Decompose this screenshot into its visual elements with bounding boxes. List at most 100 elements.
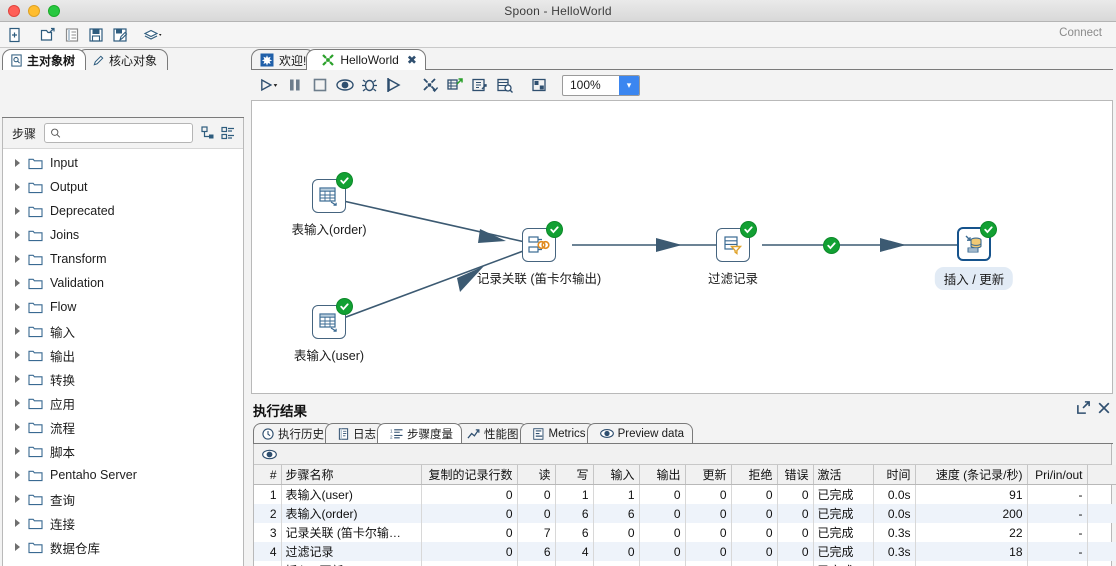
table-header-written[interactable]: 写	[555, 465, 594, 485]
chevron-right-icon[interactable]	[15, 471, 20, 479]
sql-button[interactable]	[467, 73, 492, 97]
table-row[interactable]: 1 表输入(user) 0 0 1 1 0 0 0 0 已完成 0.0s 91-	[254, 484, 1116, 504]
chevron-right-icon[interactable]	[15, 303, 20, 311]
chevron-right-icon[interactable]	[15, 423, 20, 431]
maximize-window-button[interactable]	[48, 5, 60, 17]
tree-item[interactable]: Deprecated	[3, 199, 243, 223]
collapse-tree-icon[interactable]	[221, 126, 235, 140]
save-icon[interactable]	[85, 24, 107, 46]
chevron-right-icon[interactable]	[15, 159, 20, 167]
table-header-copied[interactable]: 复制的记录行数	[421, 465, 518, 485]
table-header-time[interactable]: 时间	[873, 465, 916, 485]
expand-tree-icon[interactable]	[201, 126, 215, 140]
results-tab-preview-data[interactable]: Preview data	[586, 423, 694, 443]
table-input-icon[interactable]	[312, 172, 353, 213]
results-tab-step-metrics[interactable]: 1 2 步骤度量	[377, 423, 462, 443]
tree-item[interactable]: Pentaho Server	[3, 463, 243, 487]
editor-tab-helloworld[interactable]: HelloWorld ✖	[306, 49, 426, 70]
chevron-right-icon[interactable]	[15, 375, 20, 383]
tree-item[interactable]: Input	[3, 151, 243, 175]
zoom-select[interactable]: 100% ▾	[562, 74, 640, 96]
new-file-icon[interactable]	[4, 24, 26, 46]
impact-analysis-button[interactable]	[442, 73, 467, 97]
db-explore-button[interactable]	[492, 73, 517, 97]
tree-item[interactable]: Joins	[3, 223, 243, 247]
table-header-input[interactable]: 输入	[593, 465, 640, 485]
tree-item[interactable]: 查询	[3, 487, 243, 511]
canvas-node-table-input-order[interactable]: 表输入(order)	[291, 172, 367, 237]
canvas-node-table-input-user[interactable]: 表输入(user)	[294, 298, 364, 363]
tree-item[interactable]: Transform	[3, 247, 243, 271]
chevron-right-icon[interactable]	[15, 231, 20, 239]
table-header-priinout[interactable]: Pri/in/out	[1027, 465, 1088, 485]
chevron-right-icon[interactable]	[15, 327, 20, 335]
table-header-step[interactable]: 步骤名称	[281, 465, 422, 485]
step-metrics-table[interactable]: # 步骤名称 复制的记录行数读写输入 输出 更新 拒绝 错误 激活 时间 速度 (条记录/秒) Pr…	[254, 465, 1116, 566]
table-header-read[interactable]: 读	[517, 465, 556, 485]
merge-join-icon[interactable]	[522, 221, 563, 262]
chevron-down-icon[interactable]: ▾	[619, 75, 639, 95]
chevron-right-icon[interactable]	[15, 543, 20, 551]
close-icon[interactable]: ✖	[407, 53, 417, 67]
tree-item[interactable]: 连接	[3, 511, 243, 535]
canvas-node-filter-rows[interactable]: 过滤记录	[708, 221, 758, 286]
table-header-errors[interactable]: 错误	[777, 465, 814, 485]
close-window-button[interactable]	[8, 5, 20, 17]
filter-rows-icon[interactable]	[716, 221, 757, 262]
insert-update-icon[interactable]	[957, 221, 997, 261]
chevron-right-icon[interactable]	[15, 279, 20, 287]
canvas-node-insert-update[interactable]: 插入 / 更新	[934, 221, 1014, 290]
close-icon[interactable]	[1097, 401, 1111, 415]
stop-button[interactable]	[307, 73, 332, 97]
object-tree[interactable]: Input Output Deprecated Joins Transform …	[3, 149, 243, 566]
transformation-canvas[interactable]: 表输入(order) 表输入(user) 记录关联 (笛卡尔输出) 过滤记录 插…	[251, 100, 1113, 394]
chevron-right-icon[interactable]	[15, 447, 20, 455]
save-as-icon[interactable]	[109, 24, 131, 46]
sidebar-tab-core-objects[interactable]: 核心对象	[77, 49, 169, 70]
chevron-right-icon[interactable]	[15, 495, 20, 503]
open-file-icon[interactable]	[37, 24, 59, 46]
tree-item[interactable]: 检验	[3, 559, 243, 566]
results-tab-log[interactable]: 日志	[325, 423, 385, 443]
pause-button[interactable]	[282, 73, 307, 97]
table-header-active[interactable]: 激活	[813, 465, 874, 485]
table-row[interactable]: 2 表输入(order) 0 0 6 6 0 0 0 0 已完成 0.0s 200-	[254, 504, 1116, 523]
tree-item[interactable]: 流程	[3, 415, 243, 439]
table-row[interactable]: 4 过滤记录 0 6 4 0 0 0 0 0 已完成 0.3s 18-	[254, 542, 1116, 561]
verify-button[interactable]	[417, 73, 442, 97]
preview-button[interactable]	[332, 73, 357, 97]
table-header-rejected[interactable]: 拒绝	[731, 465, 778, 485]
chevron-right-icon[interactable]	[15, 519, 20, 527]
tree-item[interactable]: Validation	[3, 271, 243, 295]
table-row[interactable]: 3 记录关联 (笛卡尔输… 0 7 6 0 0 0 0 0 已完成 0.3s 22-	[254, 523, 1116, 542]
chevron-right-icon[interactable]	[15, 183, 20, 191]
maximize-icon[interactable]	[1076, 400, 1091, 415]
table-header-pad[interactable]	[1087, 465, 1116, 485]
table-header-speed[interactable]: 速度 (条记录/秒)	[915, 465, 1028, 485]
tree-item[interactable]: 输入	[3, 319, 243, 343]
search-input[interactable]	[61, 126, 192, 140]
tree-item[interactable]: 输出	[3, 343, 243, 367]
results-tab-metrics[interactable]: Metrics	[519, 423, 595, 443]
table-input-icon[interactable]	[312, 298, 353, 339]
table-header-num[interactable]: #	[254, 465, 282, 485]
chevron-right-icon[interactable]	[15, 399, 20, 407]
results-tab-performance-graph[interactable]: 性能图	[454, 423, 528, 443]
eye-icon[interactable]	[262, 449, 277, 460]
tree-item[interactable]: 脚本	[3, 439, 243, 463]
perspectives-icon[interactable]	[142, 24, 164, 46]
search-box[interactable]	[44, 123, 193, 143]
chevron-right-icon[interactable]	[15, 207, 20, 215]
table-row[interactable]: 5插入 / 更新04444000已完成0.3s12-	[254, 561, 1116, 566]
tree-item[interactable]: 数据仓库	[3, 535, 243, 559]
run-button[interactable]	[257, 73, 282, 97]
tree-item[interactable]: Flow	[3, 295, 243, 319]
connect-label[interactable]: Connect	[1059, 27, 1102, 39]
minimize-window-button[interactable]	[28, 5, 40, 17]
chevron-right-icon[interactable]	[15, 255, 20, 263]
tree-item[interactable]: 转换	[3, 367, 243, 391]
grid-align-button[interactable]	[527, 73, 552, 97]
sidebar-tab-main-object-tree[interactable]: 主对象树	[2, 49, 87, 70]
debug-button[interactable]	[357, 73, 382, 97]
results-tab-execution-history[interactable]: 执行历史	[253, 423, 333, 443]
